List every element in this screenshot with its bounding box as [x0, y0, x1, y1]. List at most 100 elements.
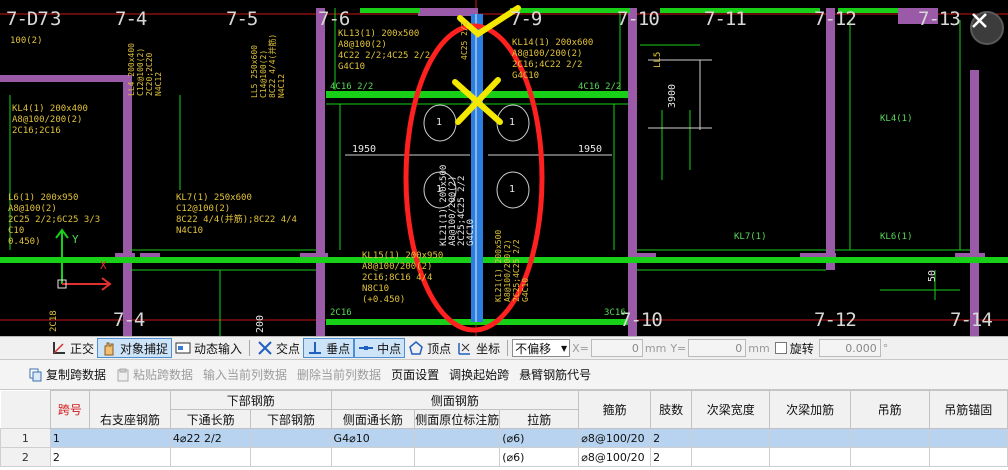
col-header-bottom-rebar[interactable]: 下部钢筋: [250, 409, 332, 429]
offset-select[interactable]: 不偏移 ▼: [512, 339, 571, 357]
row-number[interactable]: 2: [0, 447, 51, 467]
row-number[interactable]: 1: [0, 428, 51, 448]
paste-span-button[interactable]: 粘贴跨数据: [111, 366, 198, 383]
col-header-legs[interactable]: 肢数: [650, 390, 693, 429]
coordinate-icon: [458, 343, 471, 355]
ortho-toggle[interactable]: 正交: [48, 338, 97, 358]
midpoint-snap[interactable]: 中点: [354, 338, 406, 358]
delete-column-button[interactable]: 删除当前列数据: [292, 366, 386, 383]
slab-number: 1: [509, 184, 516, 195]
table-cell[interactable]: 2: [650, 447, 693, 467]
rotate-checkbox[interactable]: [774, 342, 787, 354]
span-table: 跨号 右支座钢筋 下部钢筋 侧面钢筋 箍筋 肢数 次梁宽度 次梁加筋 吊筋 吊筋…: [0, 390, 1008, 467]
intersection-label: 交点: [276, 341, 301, 356]
table-cell[interactable]: ⌀8@100/20: [578, 447, 652, 467]
input-column-button[interactable]: 输入当前列数据: [198, 366, 292, 383]
table-cell[interactable]: (⌀6): [499, 447, 580, 467]
cad-drawing-canvas[interactable]: 7-D7 3 7-4 7-5 7-6 7-9 7-10 7-11 7-12 7-…: [0, 0, 1008, 336]
perpendicular-label: 垂点: [326, 341, 351, 356]
col-header-stirrup[interactable]: 箍筋: [578, 390, 652, 429]
table-cell[interactable]: ⌀8@100/20: [578, 428, 652, 448]
table-cell[interactable]: G4⌀10: [330, 428, 416, 448]
object-snap-toggle[interactable]: 对象捕捉: [97, 338, 173, 358]
y-input[interactable]: 0: [688, 339, 747, 357]
rotate-toggle[interactable]: 旋转: [772, 338, 817, 358]
corner-cell: [0, 390, 51, 429]
col-header-right-support[interactable]: 右支座钢筋: [89, 390, 171, 429]
col-header-hanger[interactable]: 吊筋: [849, 390, 930, 429]
table-cell[interactable]: [928, 447, 1008, 467]
table-cell[interactable]: [330, 447, 416, 467]
table-cell[interactable]: [849, 447, 930, 467]
dimension-50: 50: [927, 269, 938, 282]
dynamic-input-icon: [175, 342, 191, 354]
table-cell[interactable]: [769, 447, 851, 467]
axis-label-bottom: 7-12: [814, 309, 857, 331]
rotate-input[interactable]: 0.000: [818, 339, 881, 357]
col-header-tie[interactable]: 拉筋: [499, 409, 580, 429]
perpendicular-snap[interactable]: 垂点: [303, 338, 355, 358]
table-cell[interactable]: [691, 447, 771, 467]
swap-start-span-button[interactable]: 调换起始跨: [444, 366, 514, 383]
table-cell[interactable]: [691, 428, 771, 448]
page-setup-button[interactable]: 页面设置: [386, 366, 444, 383]
vertex-snap[interactable]: 顶点: [405, 338, 454, 358]
table-row[interactable]: 1 1 4⌀22 2/2 G4⌀10 (⌀6) ⌀8@100/20 2: [0, 428, 1008, 448]
table-cell[interactable]: 2: [49, 447, 171, 467]
table-cell[interactable]: [250, 428, 332, 448]
table-cell[interactable]: (⌀6): [499, 428, 580, 448]
slab-number: 1: [436, 117, 443, 128]
table-cell[interactable]: [849, 428, 930, 448]
chevron-down-icon: ▼: [560, 343, 568, 353]
toolbar-divider: [249, 340, 251, 356]
col-header-side-through[interactable]: 侧面通长筋: [330, 409, 416, 429]
intersection-snap[interactable]: 交点: [254, 338, 303, 358]
col-header-side-inplace[interactable]: 侧面原位标注筋: [414, 409, 501, 429]
table-row[interactable]: 2 2 (⌀6) ⌀8@100/20 2: [0, 447, 1008, 467]
table-cell[interactable]: [414, 428, 501, 448]
dynamic-input-toggle[interactable]: 动态输入: [172, 338, 245, 358]
table-cell[interactable]: [928, 428, 1008, 448]
col-header-hanger-anchor[interactable]: 吊筋锚固: [928, 390, 1008, 429]
paste-icon: [117, 368, 129, 381]
axis-label-top: 7-D7: [6, 8, 49, 30]
rotate-input-value: 0.000: [845, 341, 877, 355]
table-cell[interactable]: 2: [650, 428, 693, 448]
col-header-secondary-rebar[interactable]: 次梁加筋: [769, 390, 851, 429]
ucs-x-label: X: [100, 259, 107, 272]
group-header-bottom: 下部钢筋: [169, 390, 332, 410]
table-cell[interactable]: [250, 447, 332, 467]
copy-span-button[interactable]: 复制跨数据: [24, 366, 111, 383]
beam-annotation-kl4: KL4(1) 200x400 A8@100/200(2) 2C16;2C16: [12, 104, 88, 136]
table-cell[interactable]: [414, 447, 501, 467]
beam-annotation-kl4-right: KL4(1): [880, 114, 913, 124]
table-cell[interactable]: [169, 447, 252, 467]
swap-start-span-label: 调换起始跨: [449, 368, 510, 382]
axis-label-top: 7-10: [617, 8, 660, 30]
dimension-200: 200: [255, 314, 266, 333]
beam-annotation-kl6-right: KL6(1): [880, 232, 913, 242]
axis-label-bottom: 7-10: [620, 309, 663, 331]
dimension-1950-left: 1950: [352, 144, 377, 155]
col-header-secondary-width[interactable]: 次梁宽度: [691, 390, 771, 429]
object-snap-label: 对象捕捉: [120, 341, 169, 356]
table-cell[interactable]: 1: [49, 428, 171, 448]
axis-label-top: 7-4: [115, 8, 147, 30]
x-input[interactable]: 0: [590, 339, 643, 357]
close-button[interactable]: [970, 11, 1004, 45]
hand-snap-icon: [104, 342, 114, 356]
beam-annotation-l6: L6(1) 200x950 A8@100(2) 2C25 2/2;6C25 3/…: [8, 193, 101, 247]
col-header-span-no[interactable]: 跨号: [49, 390, 91, 429]
coordinate-snap[interactable]: 坐标: [454, 338, 503, 358]
input-column-label: 输入当前列数据: [203, 368, 288, 382]
annotation-text: 100(2): [10, 36, 43, 46]
y-label: Y=: [670, 341, 687, 355]
beam-annotation-kl15: KL15(1) 200x950 A8@100/200(2) 2C16;8C16 …: [362, 251, 444, 305]
dynamic-input-label: 动态输入: [194, 341, 243, 356]
close-icon: [972, 13, 987, 28]
table-cell[interactable]: [769, 428, 851, 448]
col-header-bottom-through[interactable]: 下通长筋: [169, 409, 252, 429]
table-cell[interactable]: 4⌀22 2/2: [169, 428, 252, 448]
cantilever-code-button[interactable]: 悬臂钢筋代号: [514, 366, 596, 383]
ucs-y-label: Y: [72, 233, 79, 246]
